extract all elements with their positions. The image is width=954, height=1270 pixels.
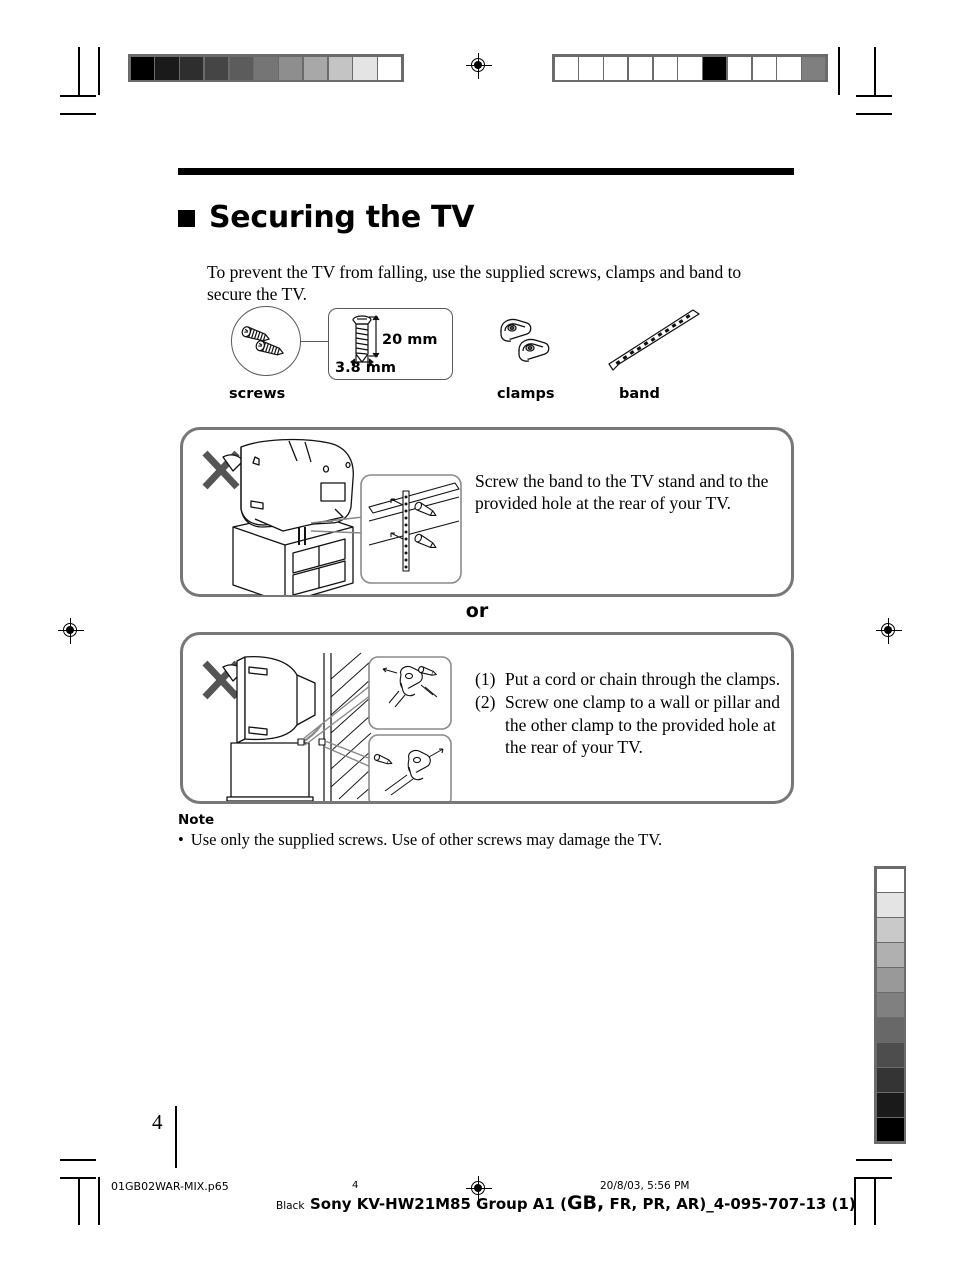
footer-timestamp: 20/8/03, 5:56 PM <box>600 1180 690 1192</box>
title-square-bullet-icon <box>178 210 195 228</box>
footer-job-title-prefix: Sony KV-HW21M85 Group A1 ( <box>310 1195 567 1213</box>
parts-caption-band: band <box>619 386 660 402</box>
screws-icon <box>241 326 284 356</box>
step-number: (2) <box>475 692 496 713</box>
clamps-icon <box>500 318 550 362</box>
parts-caption-screws: screws <box>229 386 286 402</box>
footer-page-number: 4 <box>352 1180 359 1191</box>
footer-plate-name: Black <box>276 1200 305 1212</box>
clamp-method-steps: (1) Put a cord or chain through the clam… <box>475 668 785 760</box>
title-rule <box>178 168 794 175</box>
step-number: (1) <box>475 669 496 689</box>
page-number-rule <box>175 1106 177 1168</box>
parts-list: 20 mm 3.8 mm screws clamps band <box>207 302 797 407</box>
screw-diameter-label: 3.8 mm <box>335 360 396 376</box>
footer-job-title-emphasis: GB, <box>566 1192 605 1214</box>
note-body: • Use only the supplied screws. Use of o… <box>178 830 798 851</box>
footer-job-title: Sony KV-HW21M85 Group A1 (GB, FR, PR, AR… <box>310 1192 856 1214</box>
band-method-panel: Screw the band to the TV stand and to th… <box>180 427 794 597</box>
page-content: Securing the TV To prevent the TV from f… <box>0 0 954 1270</box>
page-title: Securing the TV <box>178 200 818 235</box>
footer-file-name: 01GB02WAR-MIX.p65 <box>111 1180 229 1193</box>
page-title-text: Securing the TV <box>209 200 475 236</box>
band-icon <box>608 309 700 371</box>
clamp-method-illustration <box>202 652 452 801</box>
note-bullet-icon: • <box>178 830 184 849</box>
clamp-method-step: (2) Screw one clamp to a wall or pillar … <box>475 691 785 758</box>
clamp-method-step: (1) Put a cord or chain through the clam… <box>475 668 785 690</box>
intro-paragraph: To prevent the TV from falling, use the … <box>207 261 742 304</box>
step-text: Put a cord or chain through the clamps. <box>505 669 781 689</box>
clamp-method-panel: (1) Put a cord or chain through the clam… <box>180 632 794 804</box>
note-text: Use only the supplied screws. Use of oth… <box>190 830 663 849</box>
band-method-illustration <box>202 438 462 595</box>
step-text: Screw one clamp to a wall or pillar and … <box>505 692 781 758</box>
page-number: 4 <box>152 1110 163 1134</box>
method-separator-or: or <box>465 600 489 622</box>
band-method-instruction: Screw the band to the TV stand and to th… <box>475 470 769 513</box>
screws-callout-connector <box>301 341 329 343</box>
screw-length-label: 20 mm <box>382 332 438 348</box>
parts-caption-clamps: clamps <box>497 386 555 402</box>
note-heading: Note <box>178 812 215 828</box>
footer-job-title-suffix: FR, PR, AR)_4-095-707-13 (1) <box>604 1195 856 1213</box>
